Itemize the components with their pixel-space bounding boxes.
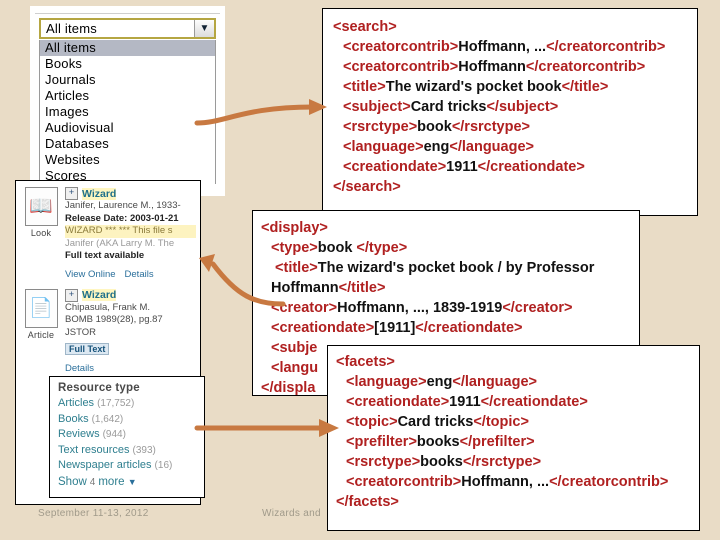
result-title-row: + Wizard [65, 288, 196, 302]
facet-row-articles[interactable]: Articles (17,752) [58, 396, 204, 412]
result-detail-snippet-2: Janifer (AKA Larry M. The [65, 237, 175, 249]
result-title[interactable]: Wizard [82, 187, 117, 200]
display-xml-line-type: <type>book </type> [271, 240, 408, 256]
search-xml-line-creatorcontrib-2: <creatorcontrib>Hoffmann</creatorcontrib… [343, 59, 646, 75]
show-more-suffix: more [98, 475, 125, 488]
option-websites[interactable]: Websites [40, 152, 215, 168]
option-books[interactable]: Books [40, 56, 215, 72]
option-databases[interactable]: Databases [40, 136, 215, 152]
search-xml-callout: <search> <creatorcontrib>Hoffmann, ...</… [322, 8, 698, 216]
facet-count: (1,642) [91, 413, 124, 425]
details-link[interactable]: Details [65, 363, 94, 374]
search-xml-open: <search> [333, 19, 397, 35]
search-xml-line-title: <title>The wizard's pocket book</title> [343, 79, 609, 95]
facets-xml-callout: <facets> <language>eng</language> <creat… [327, 345, 700, 531]
item-type-option-list[interactable]: All items Books Journals Articles Images… [39, 40, 216, 184]
facet-label[interactable]: Reviews [58, 428, 100, 440]
status-badge[interactable]: Full Text [65, 343, 110, 355]
option-all-items[interactable]: All items [40, 40, 215, 56]
option-articles[interactable]: Articles [40, 88, 215, 104]
article-icon: 📄 [24, 288, 58, 328]
footer-date: September 11-13, 2012 [38, 508, 149, 519]
result-links: Details [65, 363, 196, 374]
facets-xml-open: <facets> [336, 354, 395, 370]
result-links: View Online Details [65, 269, 196, 280]
result-body: + Wizard Janifer, Laurence M., 1933- Rel… [61, 187, 196, 280]
result-detail-availability: Full text available [65, 250, 145, 261]
facets-xml-line-rsrctype: <rsrctype>books</rsrctype> [346, 454, 542, 470]
facet-count: (393) [132, 444, 156, 456]
chevron-down-icon[interactable]: ▼ [194, 20, 214, 37]
full-text-badge-wrap: Full Text [65, 339, 196, 357]
details-link[interactable]: Details [125, 269, 154, 280]
book-icon: 📖 [24, 187, 58, 226]
display-xml-line-title: <title>The wizard's pocket book / by Pro… [271, 260, 595, 296]
result-detail-author: Chipasula, Frank M. [65, 301, 151, 313]
item-type-dropdown-screenshot: All items ▼ All items Books Journals Art… [30, 6, 225, 196]
facet-row-newspaper-articles[interactable]: Newspaper articles (16) [58, 458, 204, 474]
arrow-facets-to-facets-xml [194, 419, 339, 437]
footer-title: Wizards and [262, 508, 321, 519]
facets-xml-close: </facets> [336, 494, 399, 510]
facet-label[interactable]: Newspaper articles [58, 459, 152, 471]
show-more-count: 4 [89, 476, 96, 488]
search-xml-line-rsrctype: <rsrctype>book</rsrctype> [343, 119, 531, 135]
search-xml-close: </search> [333, 179, 401, 195]
search-xml-line-creatorcontrib-1: <creatorcontrib>Hoffmann, ...</creatorco… [343, 39, 666, 55]
result-title-row: + Wizard [65, 187, 196, 200]
result-body: + Wizard Chipasula, Frank M. BOMB 1989(2… [61, 288, 196, 374]
item-type-select[interactable]: All items ▼ [39, 18, 216, 39]
display-xml-line-creator: <creator>Hoffmann, ..., 1839-1919</creat… [271, 300, 573, 316]
facet-label[interactable]: Articles [58, 397, 94, 409]
result-detail-citation: BOMB 1989(28), pg.87 [65, 314, 163, 325]
facet-count: (944) [102, 429, 126, 440]
facet-row-text-resources[interactable]: Text resources (393) [58, 443, 204, 459]
result-icon-group: 📄 Article [21, 288, 61, 375]
expand-icon[interactable]: + [65, 288, 78, 302]
chevron-down-icon[interactable]: ▼ [128, 477, 137, 487]
list-item[interactable]: 📖 Look + Wizard Janifer, Laurence M., 19… [16, 181, 200, 280]
list-item[interactable]: 📄 Article + Wizard Chipasula, Frank M. B… [16, 280, 200, 375]
facet-count: (16) [154, 460, 173, 471]
item-type-select-value: All items [46, 21, 97, 36]
facet-row-reviews[interactable]: Reviews (944) [58, 427, 204, 443]
option-audiovisual[interactable]: Audiovisual [40, 120, 215, 136]
result-detail-release-date: Release Date: 2003-01-21 [65, 212, 179, 224]
result-detail-snippet: WIZARD *** *** This file s [65, 225, 196, 238]
facets-xml-line-creatorcontrib: <creatorcontrib>Hoffmann, ...</creatorco… [346, 474, 669, 490]
facets-xml-line-prefilter: <prefilter>books</prefilter> [346, 434, 535, 450]
show-more-button[interactable]: Show 4 more ▼ [58, 474, 204, 491]
result-icon-label: Article [27, 329, 55, 340]
facet-label[interactable]: Books [58, 413, 89, 425]
facet-label[interactable]: Text resources [58, 444, 130, 456]
view-online-link[interactable]: View Online [65, 269, 116, 280]
result-title[interactable]: Wizard [82, 289, 117, 301]
result-detail-author: Janifer, Laurence M., 1933- [65, 200, 181, 211]
facet-row-books[interactable]: Books (1,642) [58, 412, 204, 428]
facet-count: (17,752) [97, 398, 135, 409]
search-xml-line-subject: <subject>Card tricks</subject> [343, 99, 559, 115]
facet-panel-header: Resource type [58, 382, 140, 394]
search-xml-line-creationdate: <creationdate>1911</creationdate> [343, 159, 585, 175]
facets-xml-line-topic: <topic>Card tricks</topic> [346, 414, 529, 430]
result-detail-source: JSTOR [65, 326, 96, 338]
facets-xml-line-language: <language>eng</language> [346, 374, 537, 390]
show-more-label: Show [58, 475, 87, 488]
slide-canvas: All items ▼ All items Books Journals Art… [0, 0, 720, 540]
facets-xml-line-creationdate: <creationdate>1911</creationdate> [346, 394, 588, 410]
option-images[interactable]: Images [40, 104, 215, 120]
display-xml-line-creationdate: <creationdate>[1911]</creationdate> [271, 320, 523, 336]
resource-type-facet-screenshot: Resource type Articles (17,752) Books (1,6… [49, 376, 205, 498]
option-journals[interactable]: Journals [40, 72, 215, 88]
result-icon-group: 📖 Look [21, 187, 61, 280]
expand-icon[interactable]: + [65, 187, 78, 200]
search-xml-line-language: <language>eng</language> [343, 139, 534, 155]
screenshot-top-divider [35, 7, 220, 14]
display-xml-open: <display> [261, 220, 328, 236]
result-icon-label: Look [30, 228, 52, 238]
